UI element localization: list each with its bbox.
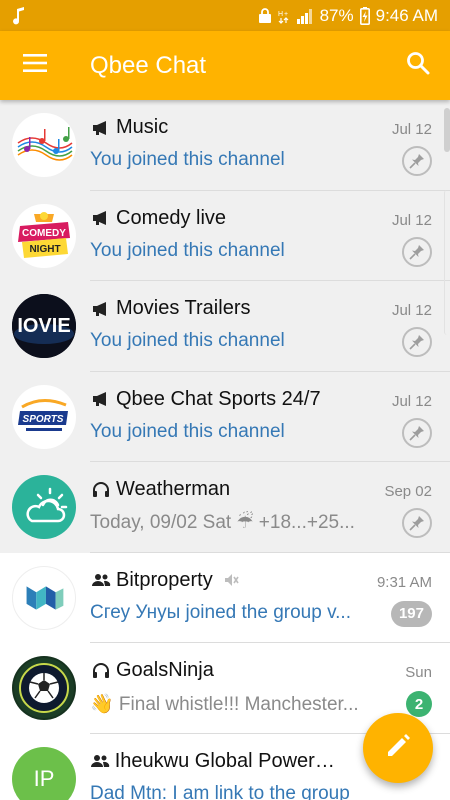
chat-date: Jul 12 — [391, 121, 432, 138]
music-notes-logo — [17, 127, 73, 161]
chat-preview: You joined this channel — [90, 420, 285, 442]
app-title: Qbee Chat — [90, 51, 207, 79]
unread-badge: 2 — [406, 691, 432, 717]
scrollbar-thumb[interactable] — [444, 108, 450, 152]
svg-text:H: H — [278, 11, 283, 18]
music-note-icon — [12, 6, 26, 25]
avatar-initials: IP — [33, 765, 55, 791]
search-icon — [406, 51, 430, 80]
search-button[interactable] — [386, 31, 450, 100]
svg-text:COMEDY: COMEDY — [22, 228, 66, 239]
pin-button[interactable] — [402, 327, 432, 357]
battery-percent: 87% — [319, 5, 354, 25]
chat-preview: You joined this channel — [90, 239, 285, 261]
headset-icon — [90, 480, 112, 500]
scrollbar-track[interactable] — [444, 190, 450, 335]
headset-icon — [90, 661, 112, 681]
pin-icon — [409, 425, 424, 441]
pin-icon — [409, 516, 424, 531]
pin-button[interactable] — [402, 417, 432, 448]
avatar-music — [12, 113, 76, 177]
comedy-night-logo: COMEDY NIGHT — [18, 211, 70, 258]
chat-preview: Today, 09/02 Sat ☔ +18...+25... — [90, 512, 355, 533]
sports-performance-logo: SPORTS — [18, 398, 68, 431]
megaphone-icon — [90, 299, 112, 319]
pin-icon — [409, 335, 424, 350]
avatar-goalsninja — [12, 656, 76, 720]
svg-text:NIGHT: NIGHT — [29, 244, 60, 255]
signal-icon — [296, 8, 314, 24]
movie-logo: IOVIE — [12, 294, 76, 358]
pencil-icon — [385, 733, 411, 764]
pin-button[interactable] — [402, 236, 432, 267]
avatar-sports: SPORTS — [12, 384, 76, 449]
chat-row-movies-trailers[interactable]: IOVIE Movies Trailers Jul 12 You joined … — [0, 281, 450, 372]
chat-preview: Dad Mtn: I am link to the group — [90, 782, 350, 800]
svg-text:IOVIE: IOVIE — [17, 315, 70, 337]
chat-date: Jul 12 — [391, 392, 432, 410]
chat-row-weatherman[interactable]: Weatherman Sep 02 Today, 09/02 Sat ☔ +18… — [0, 462, 450, 553]
avatar-bitproperty — [12, 565, 76, 630]
status-bar: H + 87% 9:46 AM — [0, 0, 450, 31]
lock-screen-icon — [258, 7, 272, 24]
battery-charging-icon — [359, 6, 370, 25]
svg-text:+: + — [284, 11, 288, 18]
menu-button[interactable] — [0, 31, 70, 100]
app-bar: Qbee Chat — [0, 31, 450, 100]
megaphone-icon — [90, 118, 112, 138]
avatar-movies-trailers: IOVIE — [12, 294, 76, 358]
chat-row-bitproperty[interactable]: Bitproperty 9:31 AM Сгеу Унуы joined the… — [0, 553, 450, 643]
chat-title: Qbee Chat Sports 24/7 — [116, 387, 321, 410]
chat-date: Jul 12 — [391, 302, 432, 319]
megaphone-icon — [90, 389, 112, 409]
chat-date: Jul 12 — [391, 211, 432, 229]
chat-date: Sep 02 — [384, 483, 432, 500]
chat-preview: 👋 Final whistle!!! Manchester... — [90, 694, 359, 715]
clock: 9:46 AM — [375, 5, 438, 25]
group-icon — [90, 570, 112, 590]
chat-preview: You joined this channel — [90, 149, 285, 170]
chat-title: Comedy live — [116, 206, 227, 229]
chat-date: Sun — [405, 664, 432, 681]
chat-title: GoalsNinja — [116, 659, 214, 681]
group-icon — [90, 751, 111, 771]
chat-title: Bitproperty — [116, 568, 213, 591]
pin-button[interactable] — [402, 508, 432, 538]
chat-date: 9:31 AM — [376, 573, 432, 591]
unread-badge: 197 — [390, 600, 432, 627]
chat-preview: Сгеу Унуы joined the group v... — [90, 601, 351, 623]
chat-row-comedy-live[interactable]: COMEDY NIGHT Comedy live Jul 12 You join… — [0, 190, 450, 281]
chat-row-music[interactable]: Music Jul 12 You joined this channel — [0, 100, 450, 191]
hplus-network-icon: H + — [278, 8, 290, 24]
chat-title: Movies Trailers — [116, 297, 251, 319]
chat-row-sports[interactable]: SPORTS Qbee Chat Sports 24/7 Jul 12 You … — [0, 371, 450, 462]
avatar-comedy-live: COMEDY NIGHT — [12, 203, 76, 268]
chat-preview: You joined this channel — [90, 330, 285, 351]
pin-icon — [409, 154, 424, 169]
chat-title: Music — [116, 116, 169, 138]
svg-text:SPORTS: SPORTS — [23, 414, 64, 425]
chat-title: Weatherman — [116, 478, 231, 500]
hamburger-icon — [23, 54, 47, 77]
pin-icon — [409, 244, 424, 260]
chat-list[interactable]: Music Jul 12 You joined this channel COM… — [0, 100, 450, 800]
compose-button[interactable] — [363, 713, 433, 783]
chat-title: Iheukwu Global Power (J... — [114, 749, 340, 772]
pin-button[interactable] — [402, 146, 432, 176]
avatar-iheukwu: IP — [12, 746, 76, 800]
weather-cloud-sun-logo — [26, 487, 68, 523]
muted-icon — [223, 572, 239, 588]
avatar-weatherman — [12, 475, 76, 539]
soccer-ball-logo — [14, 658, 74, 718]
megaphone-icon — [90, 208, 112, 228]
bitproperty-logo — [26, 585, 64, 610]
